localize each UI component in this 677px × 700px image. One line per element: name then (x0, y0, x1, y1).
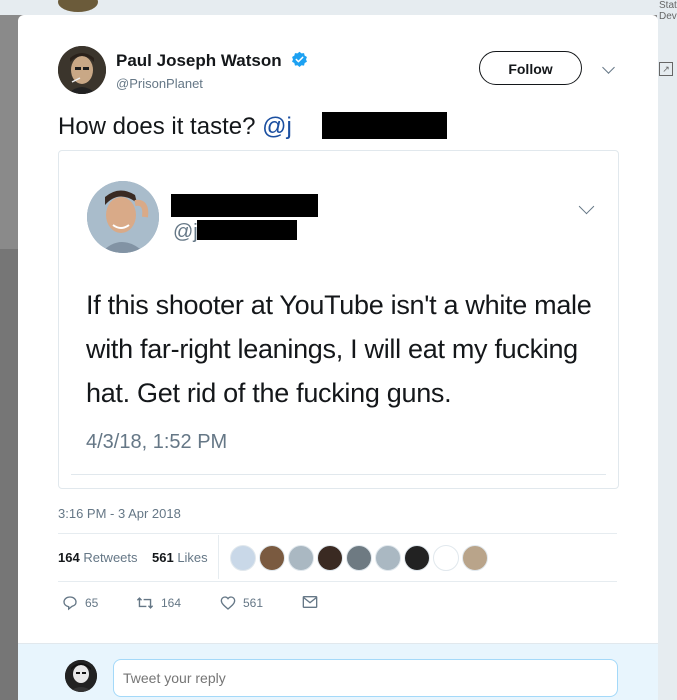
redaction-bar (197, 220, 297, 240)
liker-avatar[interactable] (288, 545, 314, 571)
divider (218, 535, 219, 579)
retweets-label: Retweets (83, 550, 138, 565)
author-avatar[interactable] (58, 46, 106, 94)
reply-input[interactable] (113, 659, 618, 697)
likes-count: 561 (151, 550, 174, 565)
reply-icon (63, 596, 77, 611)
redaction-bar (322, 112, 447, 139)
tweet-stats: 164 Retweets 561 Likes (58, 550, 208, 565)
retweets-count: 164 (58, 550, 80, 565)
verified-badge-icon (292, 51, 307, 68)
envelope-icon (302, 596, 318, 608)
likes-label: Likes (177, 550, 208, 565)
quoted-tweet-date: 4/3/18, 1:52 PM (86, 431, 228, 453)
heart-icon (220, 596, 236, 610)
quoted-tweet-text: If this shooter at YouTube isn't a white… (86, 290, 592, 408)
retweets-stat[interactable]: 164 Retweets (58, 550, 138, 565)
quoted-author-handle[interactable]: @j (173, 221, 198, 244)
reply-count: 65 (85, 596, 99, 610)
expand-icon[interactable]: ↗ (659, 62, 673, 76)
current-user-avatar[interactable] (65, 660, 97, 692)
divider (71, 474, 606, 475)
tweet-mention[interactable]: @j (262, 113, 292, 140)
tweet-text-body: How does it taste? (58, 113, 263, 140)
divider (58, 581, 617, 582)
likes-stat[interactable]: 561 Likes (152, 550, 208, 565)
divider (58, 533, 617, 534)
retweet-icon (136, 597, 154, 609)
like-action[interactable]: 561 (220, 595, 263, 611)
quoted-tweet[interactable]: @j If this shooter at YouTube isn't a wh… (58, 150, 619, 489)
follow-button[interactable]: Follow (479, 51, 582, 85)
background-timeline-strip (0, 0, 677, 15)
liker-avatar[interactable] (404, 545, 430, 571)
background-sidebar-text: Stat Dev (659, 0, 677, 22)
chevron-down-icon[interactable] (578, 198, 595, 215)
redaction-bar (171, 194, 318, 217)
tweet-modal: Paul Joseph Watson @PrisonPlanet Follow … (18, 15, 658, 700)
message-action[interactable] (302, 595, 318, 609)
reply-action[interactable]: 65 (62, 595, 98, 611)
liker-avatar[interactable] (317, 545, 343, 571)
liker-avatar[interactable] (259, 545, 285, 571)
chevron-down-icon[interactable] (602, 61, 615, 74)
tweet-timestamp[interactable]: 3:16 PM - 3 Apr 2018 (58, 506, 181, 521)
liker-avatar[interactable] (346, 545, 372, 571)
liker-avatar[interactable] (433, 545, 459, 571)
quoted-author-avatar[interactable] (87, 181, 159, 253)
like-count: 561 (243, 596, 264, 610)
background-sidebar (657, 0, 677, 700)
author-name[interactable]: Paul Joseph Watson (116, 51, 282, 71)
author-handle[interactable]: @PrisonPlanet (116, 76, 203, 91)
tweet-text: How does it taste? @j (58, 113, 292, 141)
liker-avatar[interactable] (230, 545, 256, 571)
retweet-action[interactable]: 164 (136, 595, 181, 611)
reply-bar (18, 643, 658, 700)
liker-avatar[interactable] (375, 545, 401, 571)
retweet-count: 164 (161, 596, 182, 610)
background-overlay (0, 249, 18, 700)
liker-avatar[interactable] (462, 545, 488, 571)
